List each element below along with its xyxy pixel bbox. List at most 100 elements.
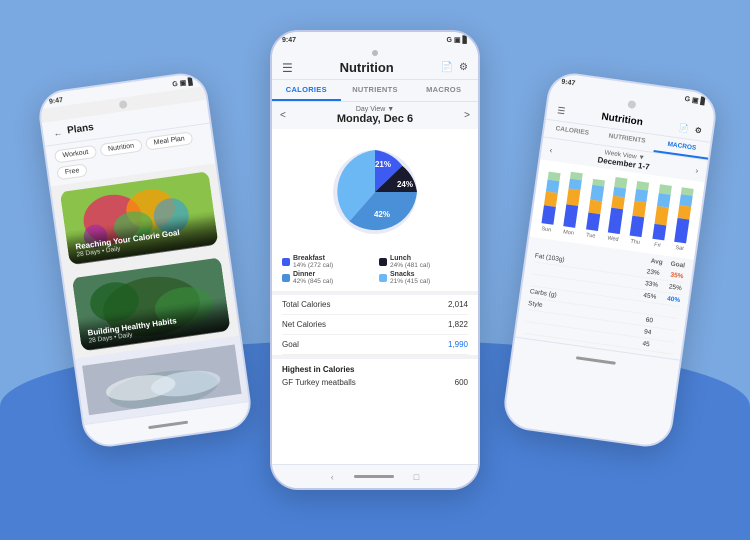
legend-dot-snacks — [379, 274, 387, 282]
right-stat-row6-avg: 94 — [635, 327, 652, 336]
right-hamburger[interactable]: ☰ — [556, 105, 566, 117]
label-dinner: 42% — [374, 210, 390, 219]
right-nav-right[interactable]: › — [695, 166, 699, 175]
highest-value: 600 — [455, 378, 468, 387]
pie-chart: 21% 24% 42% — [320, 137, 430, 247]
right-home-bar — [576, 356, 616, 365]
right-stat-row3-avg: 45% — [640, 292, 657, 301]
bar-seg-thu-2 — [633, 201, 647, 218]
center-header-icons: 📄 ⚙ — [441, 62, 468, 73]
bar-seg-thu-1 — [630, 216, 645, 237]
legend-dot-breakfast — [282, 258, 290, 266]
right-stat-carbs-goal — [663, 310, 679, 312]
day-view-date: Monday, Dec 6 — [337, 113, 413, 125]
bar-label-tue: Tue — [586, 232, 596, 239]
food-card-2[interactable]: Building Healthy Habits 28 Days • Daily — [72, 256, 231, 351]
center-status-icons: G ▣ ▊ — [447, 36, 468, 44]
doc-icon[interactable]: 📄 — [441, 62, 453, 73]
bar-stack-sat — [674, 187, 694, 243]
legend-val-snacks: 21% (415 cal) — [390, 278, 430, 285]
center-nav-back[interactable]: ‹ — [331, 472, 334, 482]
right-stat-row7-avg: 45 — [633, 339, 650, 348]
stat-total-value: 2,014 — [448, 300, 468, 309]
bar-stack-thu — [630, 181, 650, 237]
stats-section: Total Calories 2,014 Net Calories 1,822 … — [272, 295, 478, 355]
day-nav-right[interactable]: > — [464, 110, 470, 121]
stat-net: Net Calories 1,822 — [282, 315, 468, 335]
stat-goal-label: Goal — [282, 340, 299, 349]
chip-mealplan[interactable]: Meal Plan — [145, 131, 193, 150]
bar-seg-mon-2 — [566, 189, 580, 207]
right-stat-row2-goal: 25% — [665, 283, 682, 292]
left-back-button[interactable]: ← — [53, 127, 63, 138]
highest-item: GF Turkey meatballs — [282, 378, 356, 387]
center-app-header: ☰ Nutrition 📄 ⚙ — [272, 56, 478, 80]
highest-title: Highest in Calories — [282, 365, 468, 374]
chip-nutrition[interactable]: Nutrition — [99, 138, 142, 157]
center-camera — [272, 46, 478, 56]
chip-workout[interactable]: Workout — [54, 145, 97, 164]
center-home-bar — [354, 475, 394, 478]
left-time: 9:47 — [49, 96, 64, 105]
bar-seg-tue-1 — [586, 212, 600, 231]
bar-label-mon: Mon — [563, 229, 574, 236]
legend-dinner: Dinner 42% (845 cal) — [282, 271, 371, 285]
right-nav-left[interactable]: ‹ — [549, 145, 553, 154]
bar-seg-wed-1 — [608, 208, 623, 234]
bar-seg-sat-1 — [674, 218, 689, 243]
phones-container: 9:47 G ▣ ▊ ← Plans Workout Nutrition Mea… — [0, 0, 750, 540]
chip-free[interactable]: Free — [56, 163, 88, 180]
bar-seg-mon-1 — [563, 204, 578, 227]
right-header-avg: Avg — [650, 258, 663, 267]
stat-goal-value: 1,990 — [448, 340, 468, 349]
tab-macros[interactable]: MACROS — [409, 80, 478, 101]
right-stat-row3-goal: 40% — [664, 295, 681, 304]
gear-icon[interactable]: ⚙ — [459, 62, 468, 73]
highest-section: Highest in Calories GF Turkey meatballs … — [272, 359, 478, 393]
bar-seg-fri-1 — [652, 224, 666, 241]
right-stat-carbs-label: Carbs (g) — [529, 288, 557, 299]
right-screen: 9:47 G ▣ ▊ ☰ Nutrition 📄 ⚙ CALORIES — [503, 72, 717, 448]
stat-net-label: Net Calories — [282, 320, 326, 329]
stat-total: Total Calories 2,014 — [282, 295, 468, 315]
food-card-1[interactable]: Reaching Your Calorie Goal 28 Days • Dai… — [60, 170, 219, 265]
right-header-goal: Goal — [670, 261, 685, 270]
right-stat-fat-label: Fat (103g) — [534, 253, 565, 264]
right-stat-row7-goal — [657, 342, 674, 351]
tab-calories[interactable]: CALORIES — [272, 80, 341, 101]
stat-net-value: 1,822 — [448, 320, 468, 329]
right-stat-row2-avg: 33% — [642, 280, 659, 289]
center-bottom-nav: ‹ □ — [272, 464, 478, 488]
pie-section: 21% 24% 42% — [272, 129, 478, 255]
right-gear-icon[interactable]: ⚙ — [694, 126, 702, 136]
right-header-icons: 📄 ⚙ — [678, 123, 702, 135]
legend-val-breakfast: 14% (272 cal) — [293, 262, 333, 269]
right-status-icons: G ▣ ▊ — [684, 95, 706, 106]
center-nav-icons: ‹ □ — [331, 472, 419, 482]
phone-center: 9:47 G ▣ ▊ ☰ Nutrition 📄 ⚙ — [270, 30, 480, 490]
day-nav-left[interactable]: < — [280, 110, 286, 121]
right-stat-row6-goal — [659, 331, 676, 340]
hamburger-icon[interactable]: ☰ — [282, 61, 293, 75]
day-view-info: Day View ▼ Monday, Dec 6 — [337, 106, 413, 125]
legend-val-lunch: 24% (481 cal) — [390, 262, 430, 269]
legend-label-dinner: Dinner 42% (845 cal) — [293, 271, 333, 285]
legend-breakfast: Breakfast 14% (272 cal) — [282, 255, 371, 269]
bar-stack-tue — [586, 179, 605, 231]
legend-label-lunch: Lunch 24% (481 cal) — [390, 255, 430, 269]
bar-stack-wed — [608, 177, 628, 234]
tab-nutrients[interactable]: NUTRIENTS — [341, 80, 410, 101]
center-tabs: CALORIES NUTRIENTS MACROS — [272, 80, 478, 102]
right-doc-icon[interactable]: 📄 — [678, 123, 689, 133]
day-view-label-text[interactable]: Day View ▼ — [337, 106, 413, 113]
center-status-bar: 9:47 G ▣ ▊ — [272, 32, 478, 46]
center-time: 9:47 — [282, 37, 296, 44]
bar-label-sun: Sun — [541, 226, 552, 233]
legend-snacks: Snacks 21% (415 cal) — [379, 271, 468, 285]
bar-label-wed: Wed — [607, 235, 619, 243]
center-nav-square[interactable]: □ — [414, 472, 419, 482]
center-app-title: Nutrition — [340, 60, 394, 75]
right-title: Nutrition — [601, 111, 644, 128]
highest-row: GF Turkey meatballs 600 — [282, 378, 468, 387]
left-status-icons: G ▣ ▊ — [172, 78, 194, 89]
